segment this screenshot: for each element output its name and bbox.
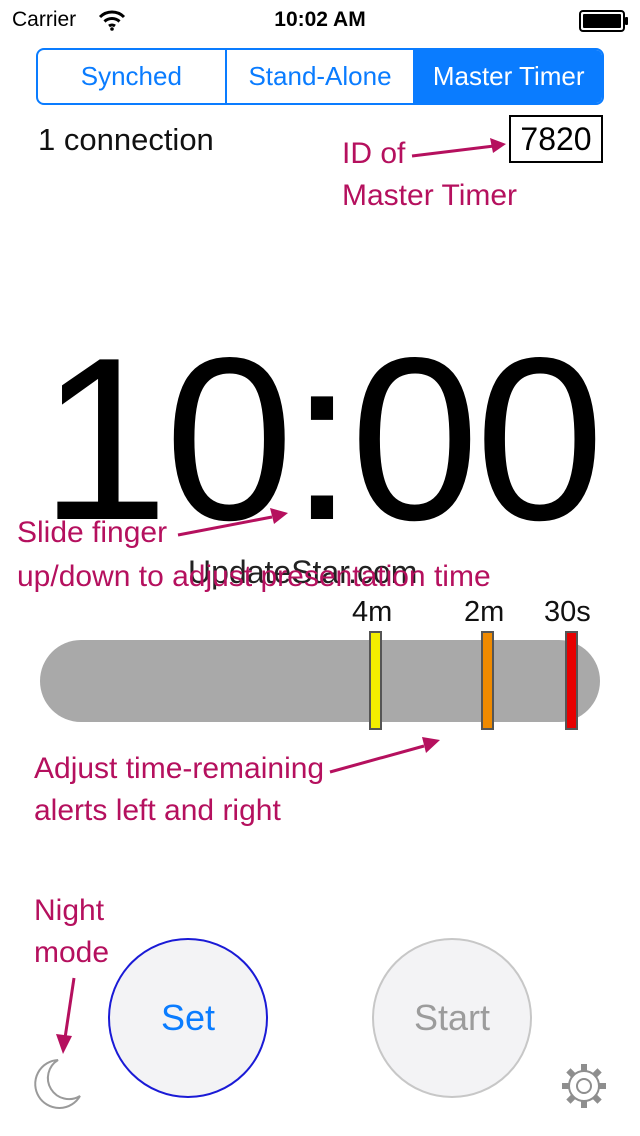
battery-icon [579,10,628,32]
master-timer-id: 7820 [509,115,603,163]
alert-slider-track[interactable] [40,640,600,722]
alert-label-4m: 4m [352,596,393,628]
alert-marker-30s[interactable] [565,631,578,730]
annotation-id-line1: ID of [342,137,406,170]
start-button[interactable]: Start [372,938,532,1098]
annotation-arrow-night [56,977,76,1054]
connection-status: 1 connection [38,122,214,157]
annotation-id-line2: Master Timer [342,179,518,212]
annotation-arrow-alerts [329,737,440,774]
alert-marker-2m[interactable] [481,631,494,730]
tab-synched[interactable]: Synched [38,50,227,103]
tab-stand-alone[interactable]: Stand-Alone [227,50,416,103]
annotation-alerts-line1: Adjust time-remaining [34,752,325,785]
mode-segmented-control: Synched Stand-Alone Master Timer [36,48,604,105]
annotation-night-line2: mode [34,936,110,969]
annotation-night-line1: Night [34,894,105,927]
annotation-alerts-line2: alerts left and right [34,794,281,827]
set-button[interactable]: Set [108,938,268,1098]
alert-label-30s: 30s [544,596,591,628]
clock-time: 10:02 AM [274,8,366,31]
annotation-slide-line2: up/down to adjust presentation time [17,560,491,593]
alert-marker-4m[interactable] [369,631,382,730]
annotation-arrow-id [411,138,506,158]
moon-icon[interactable] [28,1056,84,1112]
annotation-slide-line1: Slide finger [17,516,168,549]
gear-icon[interactable] [558,1060,610,1112]
annotation-arrow-slide [177,508,288,537]
alert-label-2m: 2m [464,596,505,628]
tab-master-timer[interactable]: Master Timer [415,50,602,103]
